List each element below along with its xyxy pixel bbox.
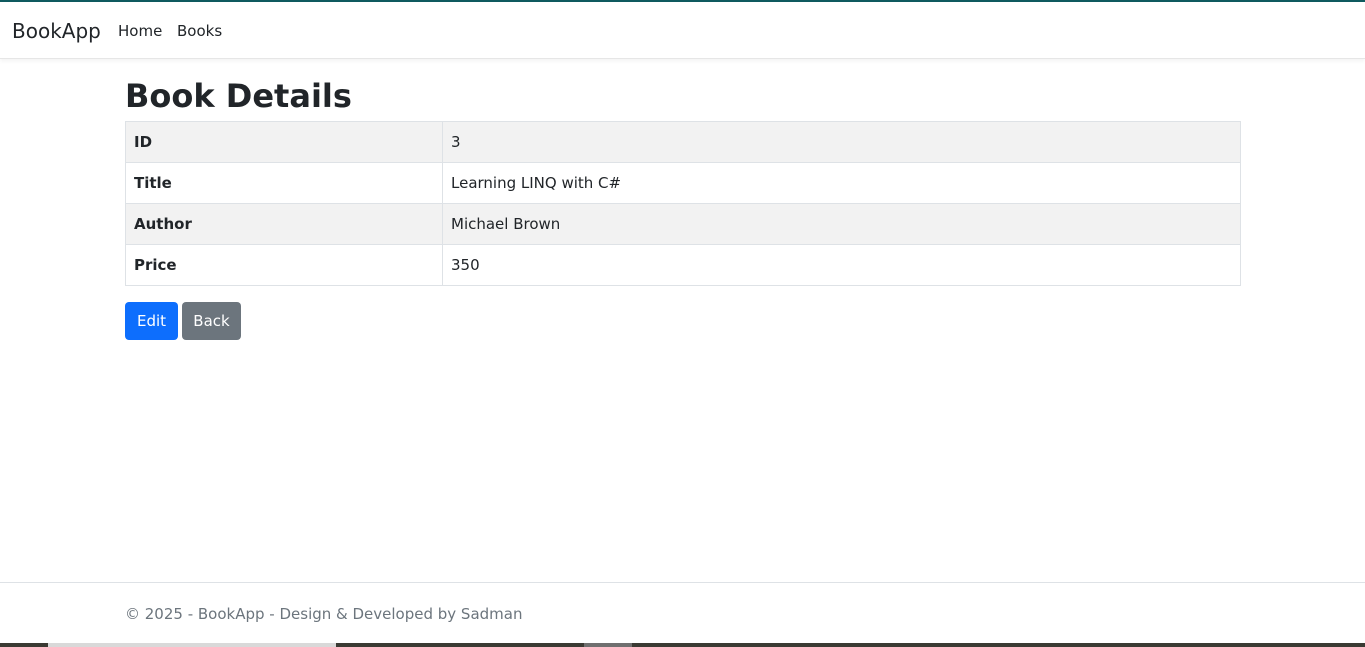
nav-link-home[interactable]: Home [118, 22, 162, 40]
row-label-id: ID [125, 121, 443, 163]
row-value-price: 350 [442, 244, 1241, 286]
row-label-author: Author [125, 203, 443, 245]
row-value-id: 3 [442, 121, 1241, 163]
taskbar-segment [48, 643, 336, 647]
nav-link-books[interactable]: Books [177, 22, 222, 40]
page-title: Book Details [125, 77, 352, 115]
row-label-price: Price [125, 244, 443, 286]
row-label-title: Title [125, 162, 443, 204]
brand-link[interactable]: BookApp [12, 19, 101, 43]
row-value-author: Michael Brown [442, 203, 1241, 245]
footer: © 2025 - BookApp - Design & Developed by… [0, 582, 1365, 643]
table-row: Price 350 [125, 244, 1241, 286]
table-row: Title Learning LINQ with C# [125, 162, 1241, 204]
taskbar-segment [584, 643, 632, 647]
book-details-table: ID 3 Title Learning LINQ with C# Author … [125, 121, 1241, 286]
table-row: ID 3 [125, 121, 1241, 163]
row-value-title: Learning LINQ with C# [442, 162, 1241, 204]
navbar: BookApp Home Books [0, 2, 1365, 59]
table-row: Author Michael Brown [125, 203, 1241, 245]
edit-button[interactable]: Edit [125, 302, 178, 340]
taskbar-edge [0, 643, 1365, 647]
footer-text: © 2025 - BookApp - Design & Developed by… [125, 605, 523, 623]
back-button[interactable]: Back [182, 302, 241, 340]
